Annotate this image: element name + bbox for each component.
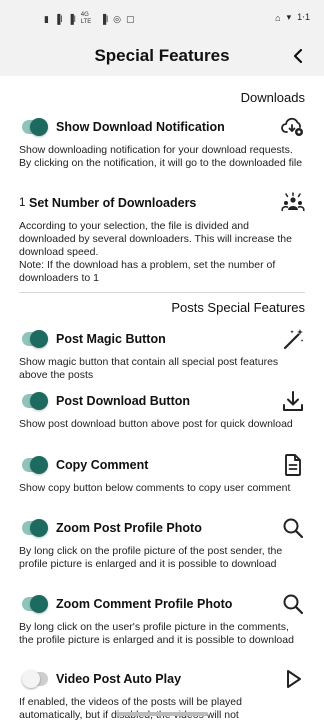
section-title-posts: Posts Special Features [171,300,305,315]
setting-post-download-button: Post Download Button Show post download … [0,391,324,431]
setting-zoom-post-profile-photo: Zoom Post Profile Photo By long click on… [0,518,324,571]
app-header: Special Features [0,36,324,76]
setting-number-of-downloaders[interactable]: 1 Set Number of Downloaders According to… [0,192,324,285]
clock-text: 1⋅1 [297,12,310,22]
sim-icon: ▮ [44,14,49,24]
section-title-downloads: Downloads [240,90,305,105]
setting-description: Show downloading notification for your d… [19,144,303,169]
page-title: Special Features [94,46,230,65]
setting-label: Set Number of Downloaders [29,196,197,210]
network-type-icon: 4G LTE [80,12,92,25]
cloud-download-settings-icon[interactable] [280,114,306,140]
setting-description: Show post download button above post for… [19,418,293,430]
signal-icon: ▐l [53,14,63,24]
play-icon[interactable] [280,666,306,692]
settings-list[interactable]: Downloads Show Download Notification Sho… [0,76,324,720]
setting-description: Show magic button that contain all speci… [19,356,279,381]
setting-download-notification: Show Download Notification Show download… [0,117,324,170]
chevron-left-icon [293,48,303,64]
home-indicator[interactable] [116,712,208,716]
downloaders-count: 1 [19,197,26,209]
signal-icon: ▐l [67,14,76,24]
screenshot-icon: ▢ [125,14,135,24]
setting-label: Video Post Auto Play [56,672,182,686]
setting-description: Show copy button below comments to copy … [19,482,291,494]
signal-icon: ▐l [99,14,109,24]
copy-comment-toggle[interactable] [22,456,48,474]
post-magic-button-toggle[interactable] [22,330,48,348]
setting-label: Zoom Comment Profile Photo [56,597,233,611]
setting-label: Post Download Button [56,394,191,408]
download-notification-toggle[interactable] [22,118,48,136]
setting-post-magic-button: Post Magic Button Show magic button that… [0,329,324,382]
download-icon[interactable] [280,388,306,414]
video-auto-play-toggle[interactable] [22,670,48,688]
setting-label: Zoom Post Profile Photo [56,521,202,535]
people-group-icon[interactable] [280,190,306,216]
setting-copy-comment: Copy Comment Show copy button below comm… [0,454,324,495]
search-icon[interactable] [280,515,306,541]
wifi-icon: ▾ [286,12,292,22]
setting-label: Copy Comment [56,458,149,472]
setting-description: If enabled, the videos of the posts will… [19,696,242,720]
status-bar-left-icons: ▮ ▐l ▐l 4G LTE ▐l ◎ ▢ [44,12,135,26]
hotspot-icon: ◎ [113,14,121,24]
setting-label: Post Magic Button [56,332,166,346]
setting-description: By long click on the user's profile pict… [19,621,294,646]
status-bar-right-icons: ⌂ ▾ 1⋅1 [275,12,310,23]
zoom-comment-profile-photo-toggle[interactable] [22,595,48,613]
section-divider [19,292,305,293]
setting-description: According to your selection, the file is… [19,220,292,284]
back-button[interactable] [286,44,310,68]
post-download-button-toggle[interactable] [22,392,48,410]
document-icon[interactable] [280,452,306,478]
zoom-post-profile-photo-toggle[interactable] [22,519,48,537]
magic-wand-icon[interactable] [280,326,306,352]
setting-label: Show Download Notification [56,120,225,134]
setting-zoom-comment-profile-photo: Zoom Comment Profile Photo By long click… [0,594,324,647]
setting-description: By long click on the profile picture of … [19,545,283,570]
home-icon: ⌂ [275,12,281,23]
status-bar: ▮ ▐l ▐l 4G LTE ▐l ◎ ▢ ⌂ ▾ 1⋅1 [0,0,324,36]
search-icon[interactable] [280,591,306,617]
